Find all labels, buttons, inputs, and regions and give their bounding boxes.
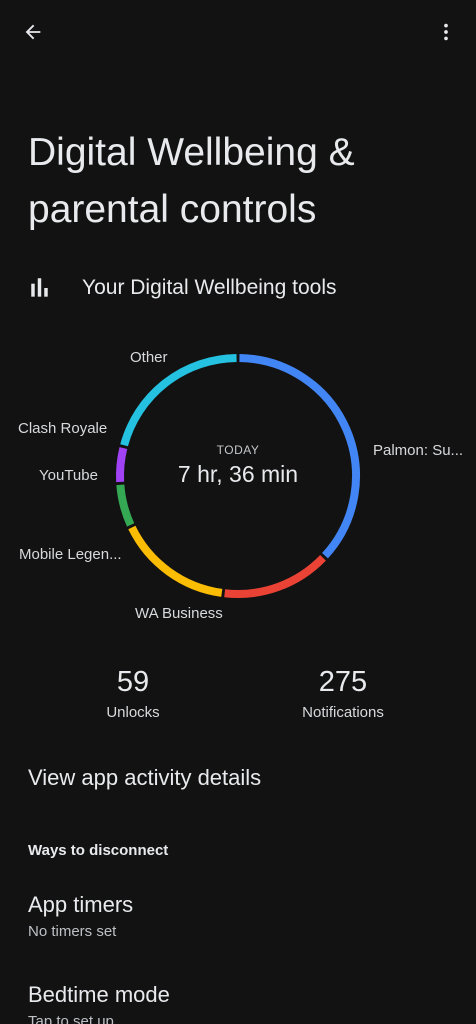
app-timers-summary: No timers set: [28, 923, 117, 940]
unlocks-stat: 59 Unlocks: [83, 664, 183, 721]
total-screen-time: 7 hr, 36 min: [177, 461, 299, 487]
unlocks-label: Unlocks: [106, 704, 160, 721]
notifications-value: 275: [318, 666, 368, 698]
app-timers-item[interactable]: App timers No timers set: [0, 880, 476, 950]
notifications-stat: 275 Notifications: [283, 664, 403, 721]
usage-segment-1: [224, 555, 326, 598]
segment-label-other: Other: [130, 349, 168, 366]
period-label: TODAY: [216, 443, 260, 457]
unlocks-value: 59: [116, 666, 150, 698]
segment-label-wa-business: WA Business: [135, 605, 223, 622]
segment-label-mobile-legends: Mobile Legen...: [19, 546, 122, 563]
bedtime-mode-title: Bedtime mode: [28, 982, 170, 1007]
notifications-label: Notifications: [302, 704, 384, 721]
usage-dashboard-chart[interactable]: [0, 0, 476, 1024]
segment-label-clash-royale: Clash Royale: [18, 420, 108, 437]
app-timers-title: App timers: [28, 892, 134, 917]
usage-segment-5: [120, 354, 237, 447]
usage-segment-2: [128, 525, 223, 597]
bedtime-mode-summary: Tap to set up: [28, 1013, 114, 1024]
view-app-activity-details[interactable]: View app activity details: [28, 765, 261, 791]
bedtime-mode-item[interactable]: Bedtime mode Tap to set up: [0, 970, 476, 1024]
usage-segment-3: [116, 484, 135, 527]
ways-to-disconnect-header: Ways to disconnect: [28, 842, 169, 859]
